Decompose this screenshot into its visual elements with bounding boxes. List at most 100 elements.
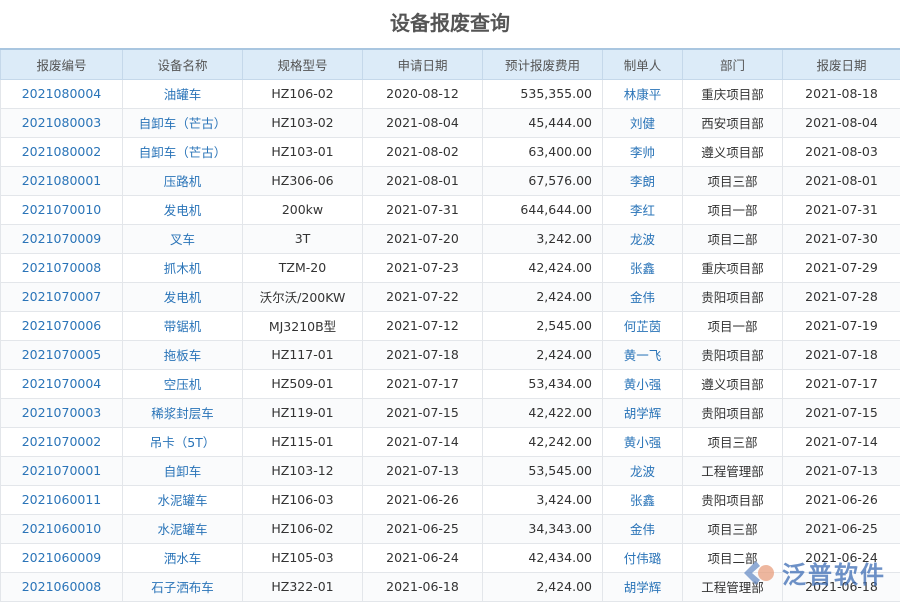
scrap-number-link[interactable]: 2021080002 [1, 137, 123, 166]
table-row[interactable]: 2021070001自卸车HZ103-122021-07-1353,545.00… [1, 456, 900, 485]
equipment-name-link[interactable]: 稀浆封层车 [123, 398, 243, 427]
equipment-name-link[interactable]: 带锯机 [123, 311, 243, 340]
equipment-name-link[interactable]: 水泥罐车 [123, 485, 243, 514]
table-row[interactable]: 2021080004油罐车HZ106-022020-08-12535,355.0… [1, 79, 900, 108]
creator-link[interactable]: 张鑫 [603, 253, 683, 282]
scrap-number-link[interactable]: 2021060011 [1, 485, 123, 514]
equipment-name-link[interactable]: 洒水车 [123, 543, 243, 572]
scrap-table: 报废编号设备名称规格型号申请日期预计报废费用制单人部门报废日期 20210800… [0, 48, 900, 602]
table-row[interactable]: 2021080002自卸车（芒古）HZ103-012021-08-0263,40… [1, 137, 900, 166]
spec-model: HZ103-02 [243, 108, 363, 137]
table-row[interactable]: 2021080003自卸车（芒古）HZ103-022021-08-0445,44… [1, 108, 900, 137]
apply-date: 2021-07-20 [363, 224, 483, 253]
scrap-date: 2021-07-28 [783, 282, 900, 311]
equipment-name-link[interactable]: 压路机 [123, 166, 243, 195]
equipment-name-link[interactable]: 自卸车 [123, 456, 243, 485]
creator-link[interactable]: 胡学辉 [603, 572, 683, 601]
table-row[interactable]: 2021060008石子洒布车HZ322-012021-06-182,424.0… [1, 572, 900, 601]
creator-link[interactable]: 黄一飞 [603, 340, 683, 369]
creator-link[interactable]: 李帅 [603, 137, 683, 166]
scrap-date: 2021-07-30 [783, 224, 900, 253]
table-row[interactable]: 2021080001压路机HZ306-062021-08-0167,576.00… [1, 166, 900, 195]
scrap-number-link[interactable]: 2021070006 [1, 311, 123, 340]
table-row[interactable]: 2021060010水泥罐车HZ106-022021-06-2534,343.0… [1, 514, 900, 543]
column-header[interactable]: 制单人 [603, 49, 683, 79]
equipment-name-link[interactable]: 自卸车（芒古） [123, 108, 243, 137]
creator-link[interactable]: 何芷茵 [603, 311, 683, 340]
equipment-name-link[interactable]: 空压机 [123, 369, 243, 398]
creator-link[interactable]: 张鑫 [603, 485, 683, 514]
table-row[interactable]: 2021070006带锯机MJ3210B型2021-07-122,545.00何… [1, 311, 900, 340]
column-header[interactable]: 设备名称 [123, 49, 243, 79]
scrap-number-link[interactable]: 2021070004 [1, 369, 123, 398]
creator-link[interactable]: 付伟璐 [603, 543, 683, 572]
equipment-name-link[interactable]: 油罐车 [123, 79, 243, 108]
creator-link[interactable]: 龙波 [603, 456, 683, 485]
equipment-name-link[interactable]: 发电机 [123, 282, 243, 311]
equipment-name-link[interactable]: 水泥罐车 [123, 514, 243, 543]
apply-date: 2021-07-14 [363, 427, 483, 456]
scrap-number-link[interactable]: 2021060009 [1, 543, 123, 572]
spec-model: 200kw [243, 195, 363, 224]
creator-link[interactable]: 金伟 [603, 514, 683, 543]
equipment-name-link[interactable]: 拖板车 [123, 340, 243, 369]
column-header[interactable]: 报废编号 [1, 49, 123, 79]
scrap-date: 2021-07-19 [783, 311, 900, 340]
scrap-number-link[interactable]: 2021070003 [1, 398, 123, 427]
estimated-cost: 45,444.00 [483, 108, 603, 137]
equipment-name-link[interactable]: 石子洒布车 [123, 572, 243, 601]
table-row[interactable]: 2021070010发电机200kw2021-07-31644,644.00李红… [1, 195, 900, 224]
estimated-cost: 2,545.00 [483, 311, 603, 340]
table-row[interactable]: 2021070008抓木机TZM-202021-07-2342,424.00张鑫… [1, 253, 900, 282]
column-header[interactable]: 申请日期 [363, 49, 483, 79]
column-header[interactable]: 部门 [683, 49, 783, 79]
table-row[interactable]: 2021070003稀浆封层车HZ119-012021-07-1542,422.… [1, 398, 900, 427]
column-header[interactable]: 预计报废费用 [483, 49, 603, 79]
scrap-number-link[interactable]: 2021080003 [1, 108, 123, 137]
scrap-number-link[interactable]: 2021070007 [1, 282, 123, 311]
equipment-name-link[interactable]: 叉车 [123, 224, 243, 253]
equipment-name-link[interactable]: 自卸车（芒古） [123, 137, 243, 166]
scrap-number-link[interactable]: 2021080004 [1, 79, 123, 108]
table-row[interactable]: 2021070002吊卡（5T）HZ115-012021-07-1442,242… [1, 427, 900, 456]
scrap-number-link[interactable]: 2021070005 [1, 340, 123, 369]
table-row[interactable]: 2021060009洒水车HZ105-032021-06-2442,434.00… [1, 543, 900, 572]
scrap-date: 2021-06-18 [783, 572, 900, 601]
creator-link[interactable]: 李朗 [603, 166, 683, 195]
table-row[interactable]: 2021070007发电机沃尔沃/200KW2021-07-222,424.00… [1, 282, 900, 311]
table-row[interactable]: 2021070009叉车3T2021-07-203,242.00龙波项目二部20… [1, 224, 900, 253]
scrap-date: 2021-08-18 [783, 79, 900, 108]
creator-link[interactable]: 金伟 [603, 282, 683, 311]
department: 遵义项目部 [683, 137, 783, 166]
scrap-number-link[interactable]: 2021060008 [1, 572, 123, 601]
equipment-name-link[interactable]: 抓木机 [123, 253, 243, 282]
table-row[interactable]: 2021060011水泥罐车HZ106-032021-06-263,424.00… [1, 485, 900, 514]
estimated-cost: 2,424.00 [483, 282, 603, 311]
column-header[interactable]: 报废日期 [783, 49, 900, 79]
scrap-number-link[interactable]: 2021070002 [1, 427, 123, 456]
equipment-name-link[interactable]: 吊卡（5T） [123, 427, 243, 456]
column-header[interactable]: 规格型号 [243, 49, 363, 79]
scrap-number-link[interactable]: 2021070008 [1, 253, 123, 282]
equipment-name-link[interactable]: 发电机 [123, 195, 243, 224]
scrap-number-link[interactable]: 2021080001 [1, 166, 123, 195]
spec-model: HZ103-12 [243, 456, 363, 485]
apply-date: 2021-07-18 [363, 340, 483, 369]
spec-model: HZ322-01 [243, 572, 363, 601]
table-row[interactable]: 2021070004空压机HZ509-012021-07-1753,434.00… [1, 369, 900, 398]
scrap-number-link[interactable]: 2021070001 [1, 456, 123, 485]
creator-link[interactable]: 黄小强 [603, 427, 683, 456]
apply-date: 2021-07-31 [363, 195, 483, 224]
creator-link[interactable]: 林康平 [603, 79, 683, 108]
creator-link[interactable]: 黄小强 [603, 369, 683, 398]
creator-link[interactable]: 李红 [603, 195, 683, 224]
creator-link[interactable]: 胡学辉 [603, 398, 683, 427]
scrap-number-link[interactable]: 2021070009 [1, 224, 123, 253]
apply-date: 2021-08-04 [363, 108, 483, 137]
apply-date: 2021-07-15 [363, 398, 483, 427]
creator-link[interactable]: 龙波 [603, 224, 683, 253]
scrap-number-link[interactable]: 2021060010 [1, 514, 123, 543]
scrap-number-link[interactable]: 2021070010 [1, 195, 123, 224]
table-row[interactable]: 2021070005拖板车HZ117-012021-07-182,424.00黄… [1, 340, 900, 369]
creator-link[interactable]: 刘健 [603, 108, 683, 137]
